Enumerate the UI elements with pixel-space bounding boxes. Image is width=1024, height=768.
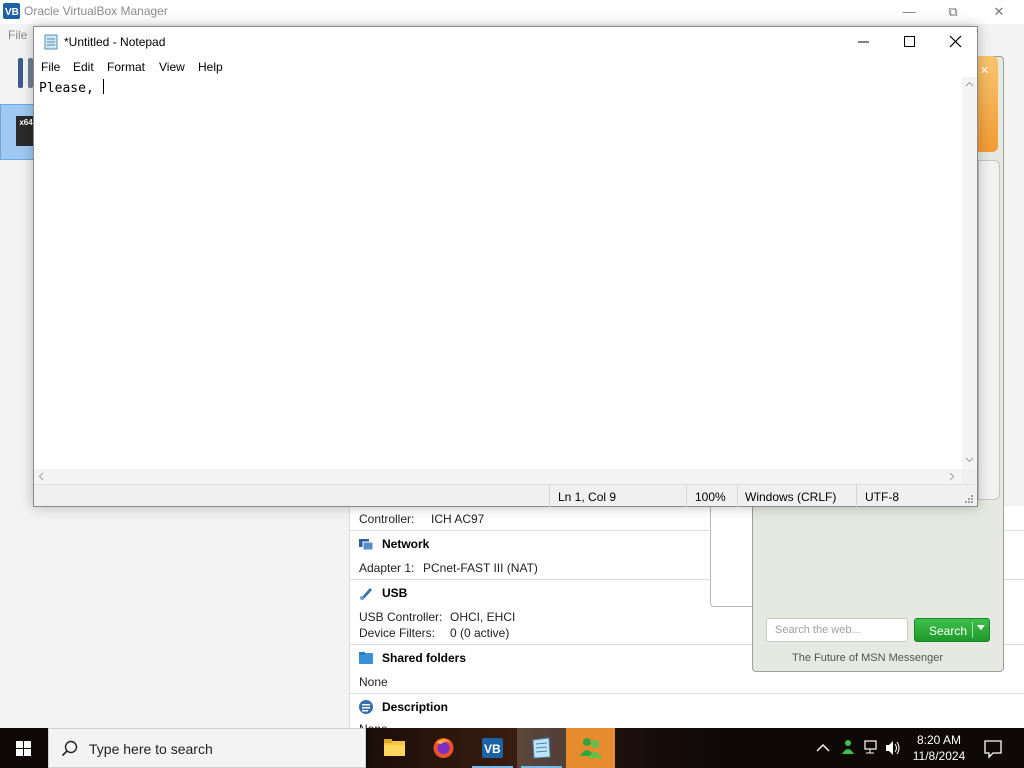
network-icon <box>359 539 374 551</box>
usb-icon <box>360 588 372 600</box>
system-tray <box>812 728 902 768</box>
taskbar-search-placeholder: Type here to search <box>89 741 213 757</box>
firefox-icon <box>433 738 454 758</box>
network-section-header[interactable]: Network <box>358 536 429 552</box>
search-icon <box>61 740 78 757</box>
minimize-icon <box>858 41 869 43</box>
description-title: Description <box>382 700 449 714</box>
notepad-close-button[interactable] <box>932 27 978 57</box>
close-icon <box>949 35 962 48</box>
description-section-header[interactable]: Description <box>358 699 448 715</box>
notepad-window: *Untitled - Notepad File Edit Format Vie… <box>33 26 978 507</box>
shared-folders-value: None <box>359 675 388 689</box>
svg-text:VB: VB <box>484 742 501 756</box>
clock-time: 8:20 AM <box>916 733 962 747</box>
description-section-divider <box>350 693 1024 694</box>
taskbar-clock[interactable]: 8:20 AM 11/8/2024 <box>904 732 974 764</box>
menu-help[interactable]: Help <box>198 60 223 74</box>
network-title: Network <box>382 537 430 551</box>
svg-text:VB: VB <box>5 7 19 18</box>
notepad-minimize-button[interactable] <box>840 27 886 57</box>
notepad-statusbar: Ln 1, Col 9 100% Windows (CRLF) UTF-8 <box>34 484 977 507</box>
audio-controller-label: Controller: <box>359 512 415 526</box>
usb-controller-label: USB Controller: <box>359 610 443 624</box>
folder-icon <box>359 652 373 664</box>
taskbar-msn-messenger[interactable] <box>566 728 615 768</box>
taskbar-search-box[interactable]: Type here to search <box>48 728 366 768</box>
audio-controller-value: ICH AC97 <box>431 512 485 526</box>
virtualbox-logo-icon: VB <box>3 3 20 19</box>
usb-title: USB <box>382 586 408 600</box>
resize-grip-icon[interactable] <box>963 493 975 505</box>
shared-folders-section-header[interactable]: Shared folders <box>358 650 466 666</box>
show-hidden-icons-icon <box>816 744 830 752</box>
notepad-maximize-button[interactable] <box>886 27 932 57</box>
scroll-left-icon <box>38 472 44 481</box>
usb-filters-value: 0 (0 active) <box>450 626 510 640</box>
clock-date: 11/8/2024 <box>912 749 966 763</box>
shared-folders-title: Shared folders <box>382 651 467 665</box>
menu-edit[interactable]: Edit <box>73 60 94 74</box>
notepad-app-icon <box>44 34 58 50</box>
taskbar-file-explorer[interactable] <box>370 728 419 768</box>
notepad-text-area[interactable]: Please, <box>34 77 962 469</box>
scroll-right-icon <box>949 472 955 481</box>
msn-search-button[interactable]: Search <box>914 618 990 642</box>
msn-tray-icon <box>842 740 854 754</box>
folder-icon <box>384 739 405 756</box>
scroll-up-icon <box>965 81 974 87</box>
taskbar-notepad[interactable] <box>517 728 566 768</box>
text-caret <box>102 79 104 94</box>
vb-close-button[interactable]: ✕ <box>976 0 1022 24</box>
notification-icon <box>984 740 1002 759</box>
msn-web-search-input[interactable]: Search the web... <box>766 618 908 642</box>
virtualbox-title: Oracle VirtualBox Manager <box>24 4 168 18</box>
msn-messenger-icon <box>580 738 602 758</box>
vm-preview-frame <box>710 506 754 607</box>
status-encoding: UTF-8 <box>865 490 899 504</box>
usb-controller-value: OHCI, EHCI <box>450 610 516 624</box>
msn-search-button-label: Search <box>929 624 968 638</box>
taskbar-firefox[interactable] <box>419 728 468 768</box>
description-icon <box>359 700 373 714</box>
horizontal-scrollbar[interactable] <box>34 469 962 484</box>
msn-side-panel <box>978 160 1000 500</box>
scrollbar-corner <box>962 469 977 484</box>
status-position: Ln 1, Col 9 <box>558 490 617 504</box>
network-adapter-value: PCnet-FAST III (NAT) <box>423 561 538 575</box>
usb-section-header[interactable]: USB <box>358 585 407 601</box>
vb-restore-button[interactable]: ⧉ <box>930 0 976 24</box>
windows-logo-icon <box>16 741 31 756</box>
scroll-down-icon <box>965 457 974 463</box>
notepad-title: *Untitled - Notepad <box>64 35 166 49</box>
vb-menu-file[interactable]: File <box>8 28 27 42</box>
status-zoom: 100% <box>695 490 726 504</box>
virtualbox-icon: VB <box>482 738 503 758</box>
notepad-icon <box>532 737 551 759</box>
chevron-down-icon[interactable] <box>977 625 985 630</box>
vertical-scrollbar[interactable] <box>962 77 977 469</box>
taskbar-virtualbox[interactable]: VB <box>468 728 517 768</box>
notepad-titlebar[interactable]: *Untitled - Notepad <box>34 27 977 57</box>
virtualbox-titlebar: VB Oracle VirtualBox Manager — ⧉ ✕ <box>0 0 1024 24</box>
network-icon <box>864 740 877 754</box>
msn-close-icon[interactable]: ✕ <box>980 64 989 77</box>
notifications-button[interactable] <box>978 728 1008 768</box>
msn-footer-text: The Future of MSN Messenger <box>792 652 944 664</box>
volume-icon <box>886 741 900 755</box>
status-line-ending: Windows (CRLF) <box>745 490 837 504</box>
menu-view[interactable]: View <box>159 60 185 74</box>
vb-minimize-button[interactable]: — <box>886 0 932 24</box>
start-button[interactable] <box>0 728 48 768</box>
usb-filters-label: Device Filters: <box>359 626 436 640</box>
maximize-icon <box>904 36 915 47</box>
menu-file[interactable]: File <box>41 60 60 74</box>
menu-format[interactable]: Format <box>107 60 145 74</box>
notepad-menubar: File Edit Format View Help <box>34 57 977 77</box>
notepad-content: Please, <box>39 81 102 96</box>
network-adapter-label: Adapter 1: <box>359 561 415 575</box>
